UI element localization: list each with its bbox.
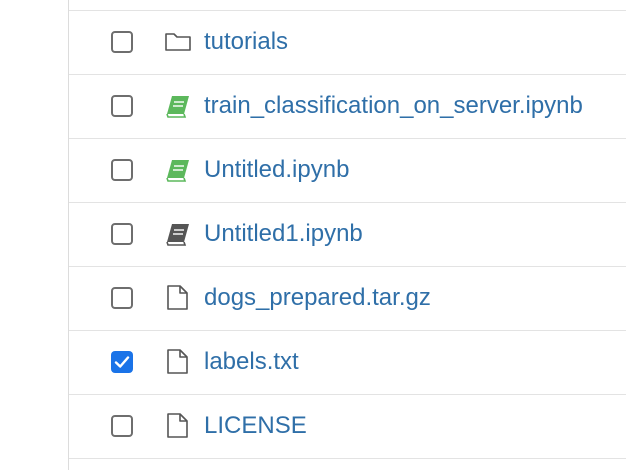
file-row-tutorials[interactable]: tutorials bbox=[69, 11, 626, 75]
notebook-running-icon bbox=[164, 157, 192, 183]
file-list: tutorials train_classification_on_server… bbox=[69, 11, 626, 459]
file-row-untitled1[interactable]: Untitled1.ipynb bbox=[69, 203, 626, 267]
file-row-license[interactable]: LICENSE bbox=[69, 395, 626, 459]
file-browser: tutorials train_classification_on_server… bbox=[0, 0, 626, 470]
select-checkbox[interactable] bbox=[111, 415, 133, 437]
file-row-labels[interactable]: labels.txt bbox=[69, 331, 626, 395]
file-name-link[interactable]: Untitled1.ipynb bbox=[204, 219, 363, 249]
file-name-link[interactable]: dogs_prepared.tar.gz bbox=[204, 283, 431, 313]
select-checkbox[interactable] bbox=[111, 31, 133, 53]
file-icon bbox=[164, 413, 192, 439]
select-checkbox[interactable] bbox=[111, 159, 133, 181]
select-checkbox[interactable] bbox=[111, 351, 133, 373]
file-icon bbox=[164, 285, 192, 311]
select-checkbox[interactable] bbox=[111, 287, 133, 309]
folder-icon bbox=[164, 29, 192, 55]
select-checkbox[interactable] bbox=[111, 95, 133, 117]
file-row-dogs-prepared[interactable]: dogs_prepared.tar.gz bbox=[69, 267, 626, 331]
file-name-link[interactable]: Untitled.ipynb bbox=[204, 155, 349, 185]
file-row-train-classification[interactable]: train_classification_on_server.ipynb bbox=[69, 75, 626, 139]
file-row-untitled[interactable]: Untitled.ipynb bbox=[69, 139, 626, 203]
notebook-icon bbox=[164, 221, 192, 247]
file-name-link[interactable]: LICENSE bbox=[204, 411, 307, 441]
select-checkbox[interactable] bbox=[111, 223, 133, 245]
checkmark-icon bbox=[114, 356, 130, 368]
notebook-running-icon bbox=[164, 93, 192, 119]
file-name-link[interactable]: train_classification_on_server.ipynb bbox=[204, 91, 583, 121]
file-icon bbox=[164, 349, 192, 375]
file-name-link[interactable]: labels.txt bbox=[204, 347, 299, 377]
file-name-link[interactable]: tutorials bbox=[204, 27, 288, 57]
